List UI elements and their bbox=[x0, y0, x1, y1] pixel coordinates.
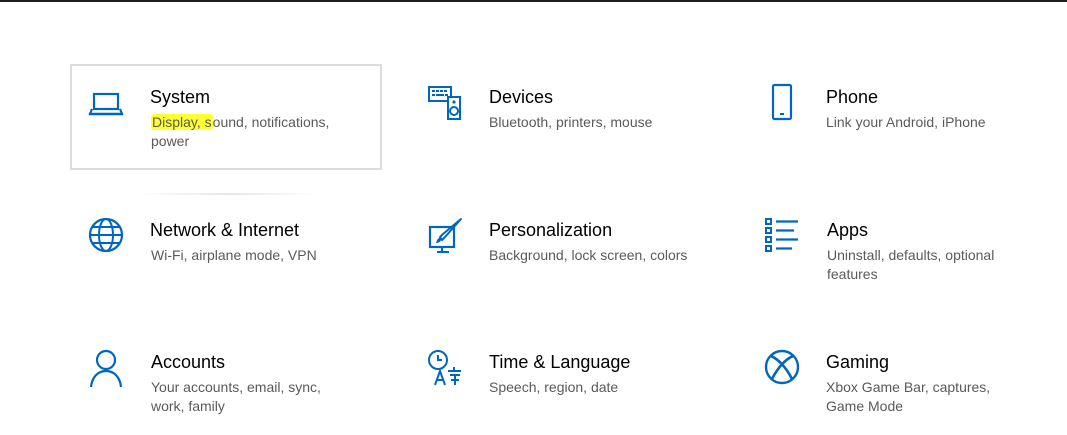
tile-title: System bbox=[150, 87, 211, 107]
highlighter-mark: Display, s bbox=[151, 114, 213, 130]
apps-list-icon bbox=[762, 215, 802, 255]
settings-tile-network[interactable]: Network & Internet Wi-Fi, airplane mode,… bbox=[70, 197, 382, 303]
tile-description: Speech, region, date bbox=[489, 379, 619, 395]
settings-tile-gaming[interactable]: Gaming Xbox Game Bar, captures, Game Mod… bbox=[746, 329, 1058, 435]
settings-tile-personalization[interactable]: Personalization Background, lock screen,… bbox=[409, 197, 721, 303]
tile-description: Wi-Fi, airplane mode, VPN bbox=[151, 247, 317, 263]
tile-title: Gaming bbox=[826, 352, 890, 372]
laptop-icon bbox=[86, 84, 126, 124]
time-language-icon bbox=[425, 347, 465, 387]
phone-icon bbox=[762, 82, 802, 122]
tile-focus-shadow bbox=[140, 193, 318, 195]
keyboard-speaker-icon bbox=[425, 82, 465, 122]
paint-brush-icon bbox=[425, 215, 465, 255]
person-icon bbox=[86, 347, 126, 387]
settings-tile-apps[interactable]: Apps Uninstall, defaults, optional featu… bbox=[746, 197, 1058, 303]
settings-tile-accounts[interactable]: Accounts Your accounts, email, sync, wor… bbox=[70, 329, 382, 435]
tile-title: Time & Language bbox=[489, 352, 631, 372]
tile-title: Accounts bbox=[151, 352, 226, 372]
settings-tile-system[interactable]: System Display, sound, notifications, po… bbox=[70, 64, 382, 170]
globe-icon bbox=[86, 215, 126, 255]
tile-title: Phone bbox=[826, 87, 879, 107]
tile-description: Uninstall, defaults, optional features bbox=[827, 247, 995, 282]
xbox-icon bbox=[762, 347, 802, 387]
window-top-border bbox=[0, 0, 1067, 2]
tile-title: Devices bbox=[489, 87, 554, 107]
tile-description: Background, lock screen, colors bbox=[489, 247, 688, 263]
settings-tile-phone[interactable]: Phone Link your Android, iPhone bbox=[746, 64, 1058, 170]
tile-title: Apps bbox=[827, 220, 869, 240]
settings-tile-time-language[interactable]: Time & Language Speech, region, date bbox=[409, 329, 721, 435]
tile-title: Network & Internet bbox=[150, 220, 300, 240]
tile-description: Xbox Game Bar, captures, Game Mode bbox=[826, 379, 991, 414]
tile-description: Bluetooth, printers, mouse bbox=[489, 114, 653, 130]
tile-description: Display, sound, notifications, power bbox=[151, 113, 356, 151]
tile-title: Personalization bbox=[489, 220, 613, 240]
tile-description: Link your Android, iPhone bbox=[826, 114, 986, 130]
tile-description: Your accounts, email, sync, work, family bbox=[151, 379, 321, 414]
settings-tile-devices[interactable]: Devices Bluetooth, printers, mouse bbox=[409, 64, 721, 170]
